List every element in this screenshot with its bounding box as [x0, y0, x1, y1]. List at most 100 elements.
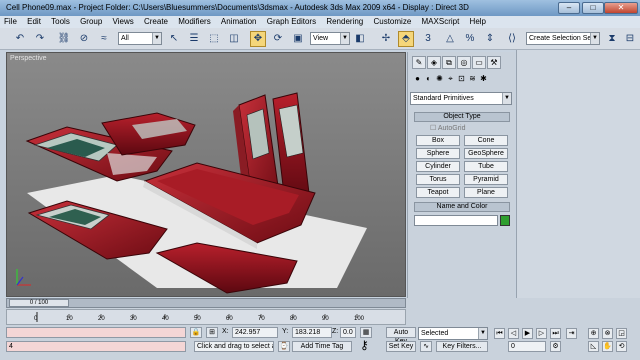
time-slider[interactable]: 0 / 100 — [6, 298, 406, 308]
select-rotate-icon[interactable]: ⟳ — [270, 31, 286, 47]
menu-animation[interactable]: Animation — [217, 17, 261, 26]
select-scale-icon[interactable]: ▣ — [290, 31, 306, 47]
set-key-button[interactable]: Set Key — [386, 341, 416, 352]
frame-field[interactable]: 4 — [6, 341, 186, 352]
create-tab-icon[interactable]: ✎ — [412, 56, 426, 69]
select-link-icon[interactable]: ⛓ — [56, 31, 72, 47]
helpers-icon[interactable]: ⊡ — [456, 73, 467, 85]
key-mode-icon[interactable]: ∿ — [420, 341, 432, 352]
viewport-label[interactable]: Perspective — [10, 55, 47, 62]
close-button[interactable]: ✕ — [604, 2, 638, 14]
teapot-button[interactable]: Teapot — [416, 187, 460, 198]
modify-tab-icon[interactable]: ◈ — [427, 56, 441, 69]
geosphere-button[interactable]: GeoSphere — [464, 148, 508, 159]
bind-spacewarp-icon[interactable]: ≈ — [96, 31, 112, 47]
pyramid-button[interactable]: Pyramid — [464, 174, 508, 185]
time-configuration-icon[interactable]: ⚙ — [550, 341, 561, 352]
perspective-viewport[interactable]: Perspective — [6, 52, 406, 297]
go-to-end-icon[interactable]: ⏭ — [550, 328, 561, 339]
spacewarps-icon[interactable]: ≋ — [467, 73, 478, 85]
auto-key-button[interactable]: Auto Key — [386, 327, 416, 345]
object-color-swatch[interactable] — [500, 215, 510, 226]
next-frame-icon[interactable]: ▷ — [536, 328, 547, 339]
go-to-start-icon[interactable]: ⏮ — [494, 328, 505, 339]
zoom-extents-icon[interactable]: ◲ — [616, 328, 627, 339]
autogrid-checkbox[interactable]: ☐ AutoGrid — [430, 124, 465, 132]
menu-tools[interactable]: Tools — [47, 17, 74, 26]
redo-icon[interactable]: ↷ — [32, 31, 48, 47]
shapes-icon[interactable]: ◐ — [423, 73, 434, 85]
menu-help[interactable]: Help — [466, 17, 490, 26]
cone-button[interactable]: Cone — [464, 135, 508, 146]
orbit-icon[interactable]: ⟲ — [616, 341, 627, 352]
unlink-icon[interactable]: ⊘ — [76, 31, 92, 47]
selection-region-icon[interactable]: ⬚ — [206, 31, 222, 47]
zoom-all-icon[interactable]: ⊗ — [602, 328, 613, 339]
menu-graph-editors[interactable]: Graph Editors — [263, 17, 320, 26]
box-button[interactable]: Box — [416, 135, 460, 146]
select-object-icon[interactable]: ↖ — [166, 31, 182, 47]
utilities-tab-icon[interactable]: ⚒ — [487, 56, 501, 69]
cylinder-button[interactable]: Cylinder — [416, 161, 460, 172]
menu-file[interactable]: File — [0, 17, 21, 26]
reference-coord-dropdown[interactable]: View ▼ — [310, 32, 350, 45]
coord-z-field[interactable]: 0.0 — [340, 327, 356, 338]
object-name-input[interactable] — [414, 215, 498, 226]
absolute-mode-icon[interactable]: ⊞ — [206, 327, 218, 338]
cameras-icon[interactable]: ⌖ — [445, 73, 456, 85]
menu-modifiers[interactable]: Modifiers — [174, 17, 214, 26]
name-and-color-rollout[interactable]: Name and Color — [414, 202, 510, 212]
pan-icon[interactable]: ✋ — [602, 341, 613, 352]
coord-y-field[interactable]: 183.218 — [292, 327, 332, 338]
object-type-rollout[interactable]: Object Type — [414, 112, 510, 122]
tube-button[interactable]: Tube — [464, 161, 508, 172]
add-time-tag-button[interactable]: Add Time Tag — [292, 341, 352, 352]
hierarchy-tab-icon[interactable]: ⧉ — [442, 56, 456, 69]
edit-named-selection-icon[interactable]: ⟨⟩ — [504, 31, 520, 47]
menu-views[interactable]: Views — [109, 17, 138, 26]
menu-edit[interactable]: Edit — [23, 17, 45, 26]
keyboard-shortcut-toggle-icon[interactable]: ⬘ — [398, 31, 414, 47]
menu-maxscript[interactable]: MAXScript — [418, 17, 464, 26]
category-dropdown[interactable]: Standard Primitives ▼ — [410, 92, 512, 105]
undo-icon[interactable]: ↶ — [12, 31, 28, 47]
current-frame-field[interactable]: 0 — [508, 341, 546, 352]
percent-snap-icon[interactable]: % — [462, 31, 478, 47]
window-crossing-icon[interactable]: ◫ — [226, 31, 242, 47]
motion-tab-icon[interactable]: ◎ — [457, 56, 471, 69]
coord-x-field[interactable]: 242.957 — [232, 327, 278, 338]
zoom-icon[interactable]: ⊕ — [588, 328, 599, 339]
mirror-icon[interactable]: ⧗ — [604, 31, 620, 47]
menu-group[interactable]: Group — [76, 17, 106, 26]
previous-frame-icon[interactable]: ◁ — [508, 328, 519, 339]
selection-filter-dropdown[interactable]: All ▼ — [118, 32, 162, 45]
field-of-view-icon[interactable]: ◺ — [588, 341, 599, 352]
snaps-toggle-icon[interactable]: 3 — [420, 31, 436, 47]
plane-button[interactable]: Plane — [464, 187, 508, 198]
lock-selection-icon[interactable]: 🔒 — [190, 327, 202, 338]
maximize-button[interactable]: □ — [582, 2, 604, 14]
menu-rendering[interactable]: Rendering — [322, 17, 367, 26]
maxscript-listener-mini[interactable] — [6, 327, 186, 338]
select-manipulate-icon[interactable]: ✢ — [378, 31, 394, 47]
torus-button[interactable]: Torus — [416, 174, 460, 185]
key-filters-button[interactable]: Key Filters... — [436, 341, 488, 352]
time-tag-icon[interactable]: ⌚ — [278, 341, 290, 352]
time-slider-thumb[interactable]: 0 / 100 — [9, 299, 69, 307]
play-icon[interactable]: ▶ — [522, 328, 533, 339]
select-by-name-icon[interactable]: ☰ — [186, 31, 202, 47]
spinner-snap-icon[interactable]: ⇕ — [482, 31, 498, 47]
angle-snap-icon[interactable]: △ — [442, 31, 458, 47]
key-selection-dropdown[interactable]: Selected ▼ — [418, 327, 488, 340]
menu-customize[interactable]: Customize — [369, 17, 415, 26]
select-move-icon[interactable]: ✥ — [250, 31, 266, 47]
named-selection-dropdown[interactable]: Create Selection Set ▼ — [526, 32, 600, 45]
align-icon[interactable]: ⊟ — [622, 31, 638, 47]
pivot-center-icon[interactable]: ◧ — [352, 31, 368, 47]
menu-create[interactable]: Create — [140, 17, 172, 26]
geometry-icon[interactable]: ● — [412, 73, 423, 85]
display-tab-icon[interactable]: ▭ — [472, 56, 486, 69]
systems-icon[interactable]: ✱ — [478, 73, 489, 85]
minimize-button[interactable]: – — [558, 2, 580, 14]
key-mode-toggle-icon[interactable]: ⇥ — [566, 328, 577, 339]
